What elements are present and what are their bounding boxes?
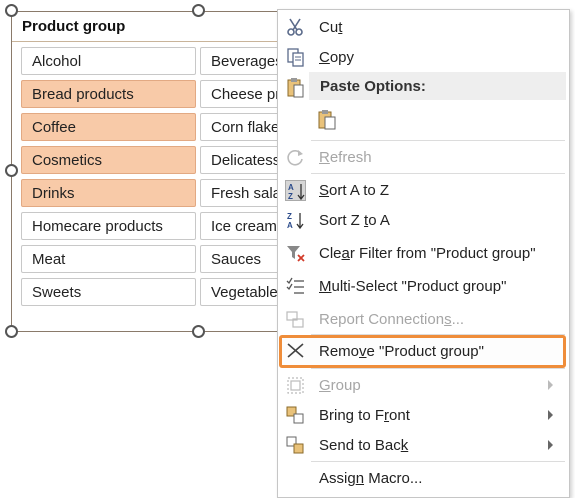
paste-options-header: Paste Options: <box>309 72 566 100</box>
context-menu: Cut Copy Paste Options: Refresh AZ Sort <box>277 9 570 498</box>
menu-item-refresh[interactable]: Refresh <box>278 143 569 173</box>
menu-item-multi-select[interactable]: Multi-Select "Product group" <box>278 272 569 302</box>
menu-separator <box>311 140 565 141</box>
slicer-item-cosmetics[interactable]: Cosmetics <box>21 146 196 174</box>
svg-text:A: A <box>288 183 294 192</box>
menu-separator <box>311 461 565 462</box>
sort-az-icon: AZ <box>285 180 306 201</box>
paste-clipboard-icon <box>317 109 338 130</box>
menu-item-send-to-back[interactable]: Send to Back <box>278 431 569 461</box>
menu-separator <box>311 368 565 369</box>
slicer-item-homecare-products[interactable]: Homecare products <box>21 212 196 240</box>
multi-select-icon <box>285 276 306 297</box>
menu-item-sort-a-to-z[interactable]: AZ Sort A to Z <box>278 176 569 206</box>
menu-item-group[interactable]: Group <box>278 371 569 401</box>
menu-item-report-connections[interactable]: Report Connections... <box>278 305 569 335</box>
resize-handle-top-left[interactable] <box>5 4 18 17</box>
slicer-item-bread-products[interactable]: Bread products <box>21 80 196 108</box>
sort-za-icon: ZA <box>285 210 306 231</box>
resize-handle-top-middle[interactable] <box>192 4 205 17</box>
slicer-item-meat[interactable]: Meat <box>21 245 196 273</box>
clipboard-icon <box>285 77 306 98</box>
menu-item-clear-filter[interactable]: Clear Filter from "Product group" <box>278 239 569 269</box>
refresh-icon <box>285 147 306 168</box>
remove-x-icon <box>285 341 306 362</box>
svg-text:Z: Z <box>288 192 293 201</box>
menu-separator <box>311 173 565 174</box>
submenu-arrow-icon <box>548 410 553 420</box>
slicer-item-alcohol[interactable]: Alcohol <box>21 47 196 75</box>
group-icon <box>285 375 306 396</box>
menu-item-copy[interactable]: Copy <box>278 43 569 73</box>
send-to-back-icon <box>285 435 306 456</box>
resize-handle-middle-left[interactable] <box>5 164 18 177</box>
svg-text:Z: Z <box>287 212 292 221</box>
clear-filter-icon <box>285 243 306 264</box>
menu-item-bring-to-front[interactable]: Bring to Front <box>278 401 569 431</box>
scissors-icon <box>285 17 306 38</box>
menu-item-remove[interactable]: Remove "Product group" <box>278 337 569 367</box>
svg-text:A: A <box>287 221 293 230</box>
copy-icon <box>285 47 306 68</box>
slicer-item-sweets[interactable]: Sweets <box>21 278 196 306</box>
bring-to-front-icon <box>285 405 306 426</box>
report-connections-icon <box>285 309 306 330</box>
menu-item-assign-macro[interactable]: Assign Macro... <box>278 464 569 494</box>
slicer-title: Product group <box>22 18 126 35</box>
resize-handle-bottom-left[interactable] <box>5 325 18 338</box>
slicer-item-coffee[interactable]: Coffee <box>21 113 196 141</box>
submenu-arrow-icon <box>548 380 553 390</box>
resize-handle-bottom-middle[interactable] <box>192 325 205 338</box>
slicer-item-drinks[interactable]: Drinks <box>21 179 196 207</box>
menu-item-cut[interactable]: Cut <box>278 13 569 43</box>
paste-option-keep-formatting[interactable] <box>278 105 569 137</box>
menu-item-sort-z-to-a[interactable]: ZA Sort Z to A <box>278 206 569 236</box>
submenu-arrow-icon <box>548 440 553 450</box>
